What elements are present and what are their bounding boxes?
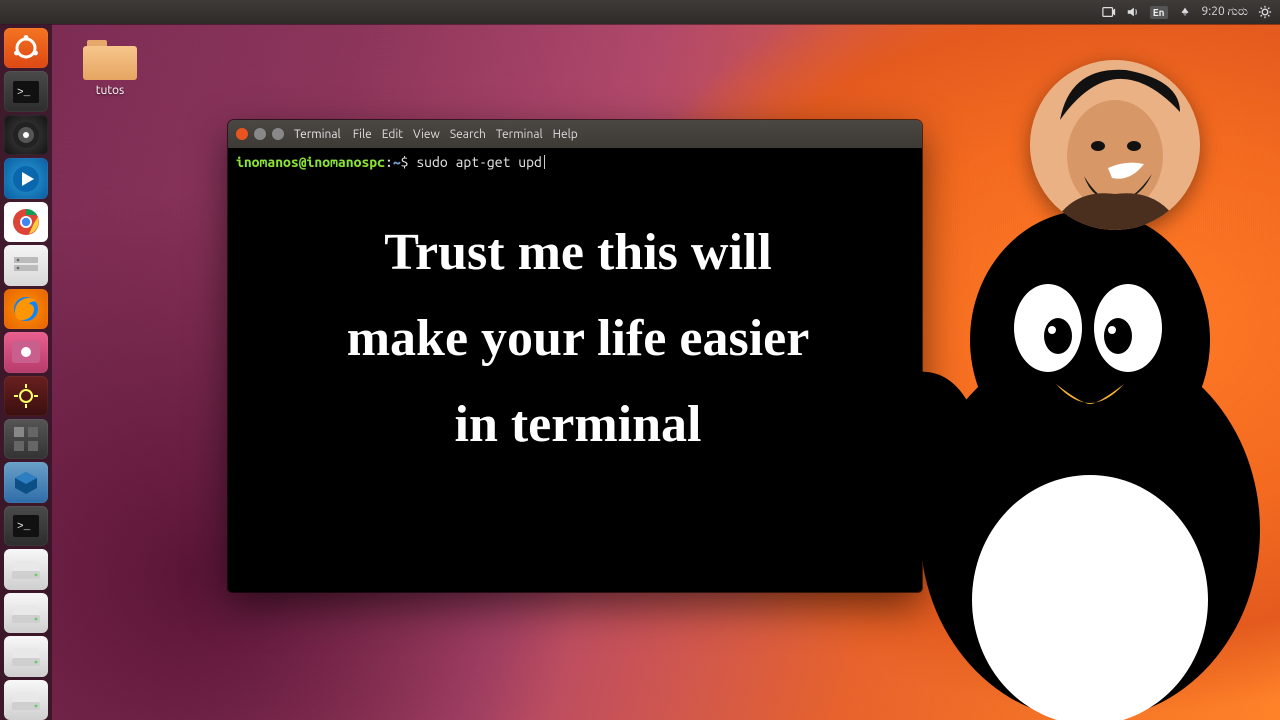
window-minimize-button[interactable] xyxy=(254,128,266,140)
launcher-terminal[interactable]: >_ xyxy=(4,71,48,111)
author-avatar xyxy=(1030,60,1200,230)
launcher-drive-1[interactable] xyxy=(4,549,48,589)
network-icon[interactable] xyxy=(1178,0,1192,24)
launcher-ubuntu-dash[interactable] xyxy=(4,28,48,68)
prompt-user: inomanos@inomanospc xyxy=(236,154,385,170)
launcher-files[interactable] xyxy=(4,245,48,285)
launcher-virtualbox[interactable] xyxy=(4,462,48,502)
launcher-terminal-2[interactable]: >_ xyxy=(4,506,48,546)
volume-icon[interactable] xyxy=(1126,0,1140,24)
terminal-menu-help[interactable]: Help xyxy=(553,128,578,141)
terminal-titlebar[interactable]: Terminal File Edit View Search Terminal Help xyxy=(228,120,922,148)
launcher-workspace-switcher[interactable] xyxy=(4,419,48,459)
window-maximize-button[interactable] xyxy=(272,128,284,140)
terminal-menu-search[interactable]: Search xyxy=(450,128,486,141)
screencast-icon[interactable] xyxy=(1102,0,1116,24)
top-panel: En 9:20 ಗುರು xyxy=(0,0,1280,24)
desktop-folder-tutos[interactable]: tutos xyxy=(72,36,148,97)
language-indicator[interactable]: En xyxy=(1150,0,1168,24)
launcher-settings[interactable] xyxy=(4,376,48,416)
desktop-folder-label: tutos xyxy=(72,84,148,97)
launcher-chrome[interactable] xyxy=(4,202,48,242)
clock[interactable]: 9:20 ಗುರು xyxy=(1202,0,1248,24)
terminal-menubar: File Edit View Search Terminal Help xyxy=(353,128,588,141)
unity-launcher: >_ >_ xyxy=(0,24,52,720)
session-gear-icon[interactable] xyxy=(1258,0,1272,24)
svg-text:>_: >_ xyxy=(17,87,31,99)
terminal-menu-view[interactable]: View xyxy=(413,128,440,141)
launcher-drive-2[interactable] xyxy=(4,593,48,633)
terminal-command: sudo apt-get upd xyxy=(416,154,541,170)
terminal-body[interactable]: inomanos@inomanospc:~$ sudo apt-get upd xyxy=(228,148,922,592)
terminal-cursor xyxy=(544,155,545,169)
launcher-media-app[interactable] xyxy=(4,115,48,155)
window-close-button[interactable] xyxy=(236,128,248,140)
terminal-window[interactable]: Terminal FileEditViewSearchTerminalHelp … xyxy=(228,120,922,592)
terminal-title: Terminal xyxy=(294,128,341,141)
folder-icon xyxy=(83,36,137,80)
launcher-drive-3[interactable] xyxy=(4,636,48,676)
prompt-path: ~ xyxy=(393,154,401,170)
launcher-firefox[interactable] xyxy=(4,289,48,329)
svg-text:>_: >_ xyxy=(17,521,31,533)
launcher-screenshot[interactable] xyxy=(4,332,48,372)
terminal-menu-file[interactable]: File xyxy=(353,128,372,141)
terminal-menu-terminal[interactable]: Terminal xyxy=(496,128,543,141)
launcher-player[interactable] xyxy=(4,158,48,198)
terminal-menu-edit[interactable]: Edit xyxy=(382,128,403,141)
launcher-drive-4[interactable] xyxy=(4,680,48,720)
